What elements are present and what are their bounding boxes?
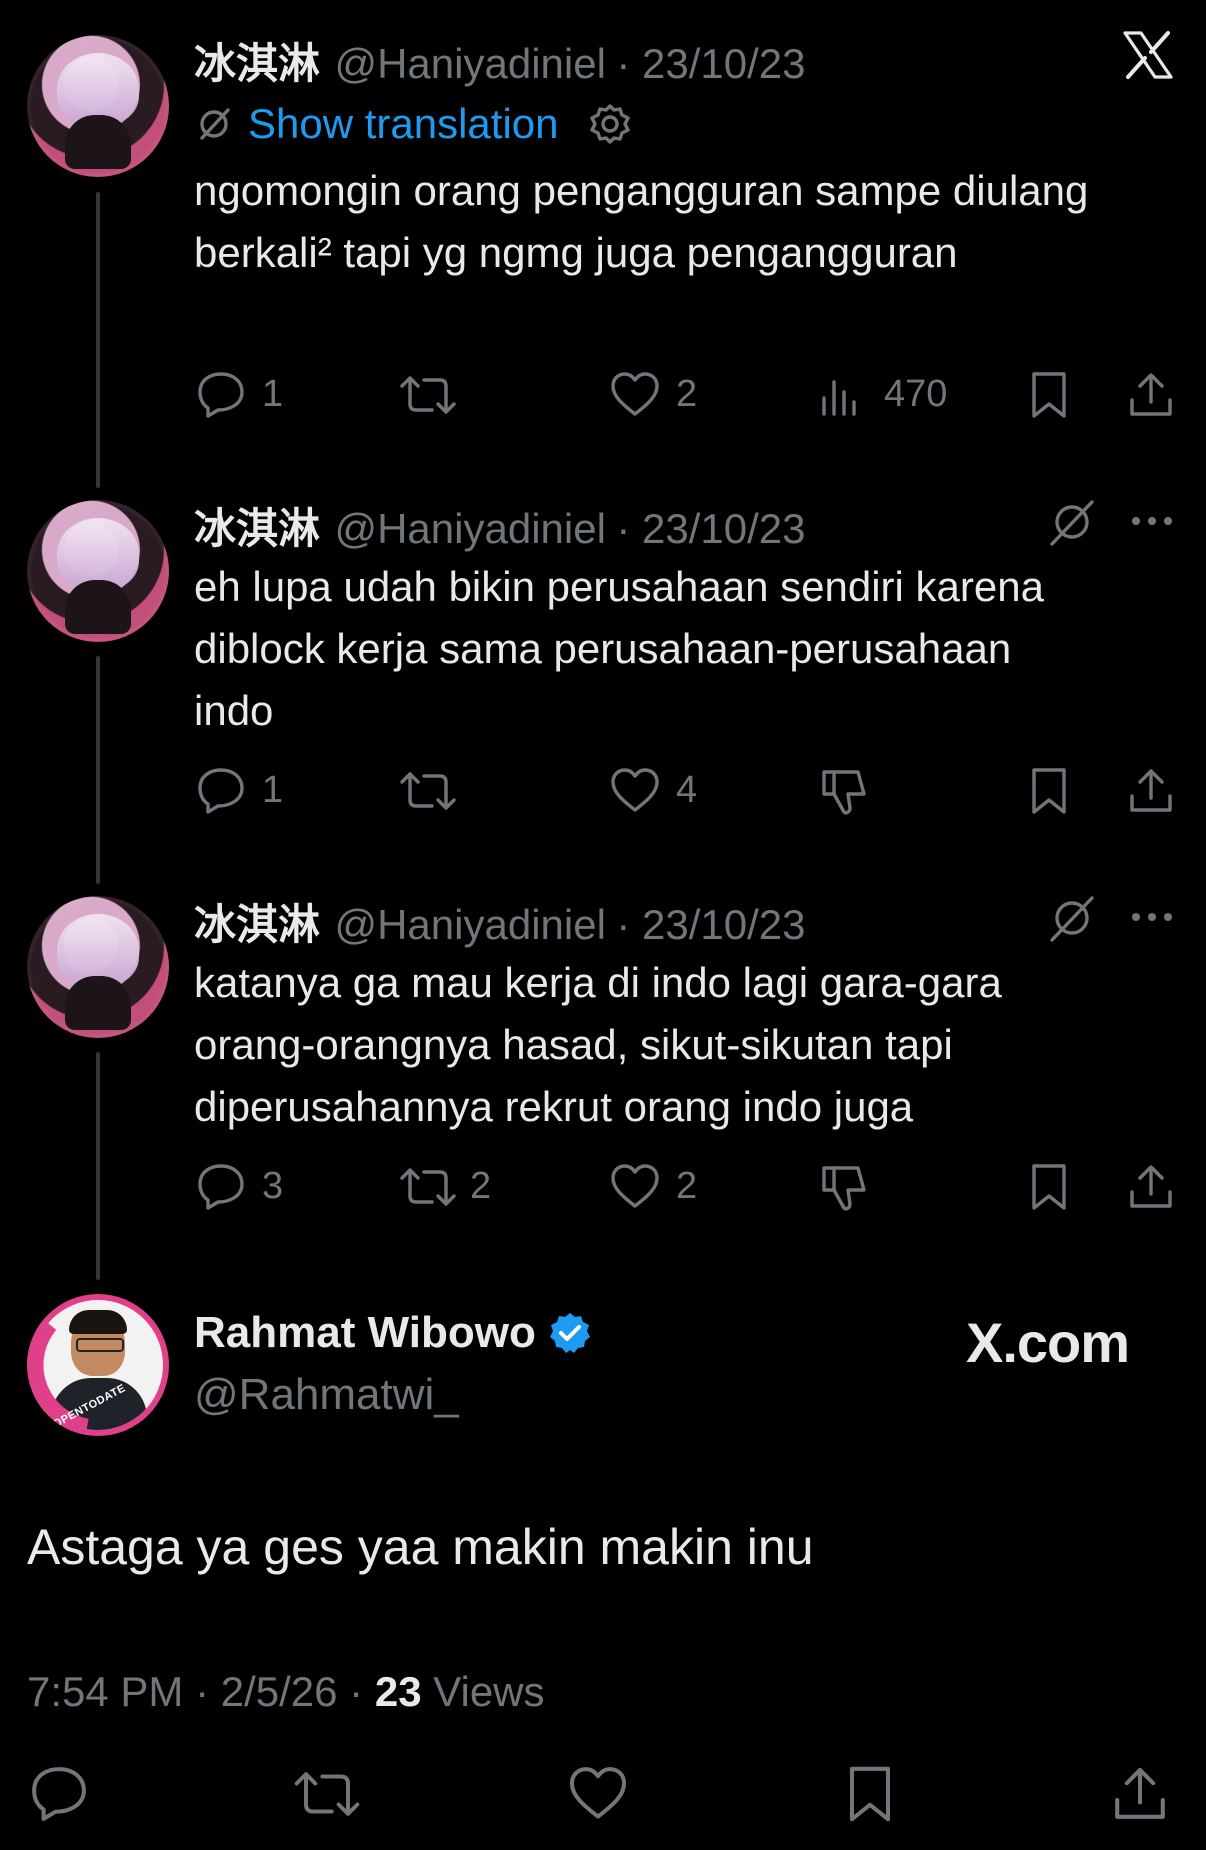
avatar[interactable] xyxy=(27,896,169,1038)
retweet-icon[interactable] xyxy=(398,370,458,420)
views-icon[interactable] xyxy=(818,372,864,418)
main-handle[interactable]: @Rahmatwi_ xyxy=(194,1370,459,1420)
like-count: 2 xyxy=(676,373,698,415)
tweet-text: eh lupa udah bikin perusahaan sendiri ka… xyxy=(194,563,1044,734)
bookmark-icon[interactable] xyxy=(842,1764,898,1824)
display-name[interactable]: 冰淇淋 xyxy=(194,505,320,552)
grok-icon[interactable] xyxy=(1046,892,1098,944)
main-author: Rahmat Wibowo xyxy=(194,1308,592,1358)
tweet-text: ngomongin orang pengangguran sampe diula… xyxy=(194,167,1089,276)
display-name[interactable]: Rahmat Wibowo xyxy=(194,1308,536,1358)
bookmark-icon[interactable] xyxy=(1026,1162,1072,1212)
handle[interactable]: @Haniyadiniel xyxy=(334,901,605,948)
show-translation-link[interactable]: Show translation xyxy=(248,100,559,148)
thread-connector xyxy=(96,1052,100,1280)
reply-count: 1 xyxy=(262,373,284,415)
like-icon[interactable] xyxy=(608,370,662,420)
tweet-header: 冰淇淋 @Haniyadiniel · 23/10/23 xyxy=(194,30,806,91)
tweet-header: 冰淇淋 @Haniyadiniel · 23/10/23 xyxy=(194,495,806,556)
tweet-date[interactable]: · 23/10/23 xyxy=(616,901,805,948)
translation-row: Show translation xyxy=(194,100,633,148)
main-tweet-text: Astaga ya ges yaa makin makin inu xyxy=(27,1519,814,1575)
avatar[interactable] xyxy=(27,500,169,642)
gear-icon[interactable] xyxy=(587,101,633,147)
retweet-icon[interactable] xyxy=(398,766,458,816)
grok-icon[interactable] xyxy=(1046,496,1098,548)
tweet-header: 冰淇淋 @Haniyadiniel · 23/10/23 xyxy=(194,891,806,952)
x-com-brand: X.com xyxy=(966,1311,1130,1374)
more-icon[interactable] xyxy=(1130,515,1174,527)
handle[interactable]: @Haniyadiniel xyxy=(334,505,605,552)
translate-off-icon xyxy=(194,104,234,144)
reply-count: 1 xyxy=(262,769,284,811)
retweet-icon[interactable] xyxy=(398,1162,458,1212)
display-name[interactable]: 冰淇淋 xyxy=(194,40,320,87)
reply-icon[interactable] xyxy=(194,766,248,816)
reply-count: 3 xyxy=(262,1165,284,1207)
share-icon[interactable] xyxy=(1126,1162,1176,1212)
main-avatar[interactable]: #OPENTODATE xyxy=(27,1294,169,1436)
like-icon[interactable] xyxy=(608,1162,662,1212)
thread-connector xyxy=(96,656,100,884)
bookmark-icon[interactable] xyxy=(1026,766,1072,816)
views-count: 23 xyxy=(374,1668,422,1715)
share-icon[interactable] xyxy=(1110,1764,1170,1824)
thread-connector xyxy=(96,192,100,488)
tweet-meta: 7:54 PM · 2/5/26 · 23 Views xyxy=(27,1668,545,1716)
more-icon[interactable] xyxy=(1130,911,1174,923)
verified-badge-icon xyxy=(548,1311,592,1355)
timestamp[interactable]: 7:54 PM · 2/5/26 · xyxy=(27,1668,375,1715)
x-logo-close-icon[interactable] xyxy=(1122,30,1174,80)
share-icon[interactable] xyxy=(1126,370,1176,420)
opentodate-badge xyxy=(27,1294,169,1436)
reply-icon[interactable] xyxy=(27,1764,91,1824)
views-label: Views xyxy=(421,1668,545,1715)
reply-icon[interactable] xyxy=(194,370,248,420)
retweet-icon[interactable] xyxy=(292,1764,362,1824)
tweet-date[interactable]: · 23/10/23 xyxy=(616,40,805,87)
like-count: 2 xyxy=(676,1165,698,1207)
retweet-count: 2 xyxy=(470,1165,492,1207)
handle[interactable]: @Haniyadiniel xyxy=(334,40,605,87)
avatar[interactable] xyxy=(27,35,169,177)
bookmark-icon[interactable] xyxy=(1026,370,1072,420)
like-count: 4 xyxy=(676,769,698,811)
display-name[interactable]: 冰淇淋 xyxy=(194,901,320,948)
views-count: 470 xyxy=(884,373,948,415)
downvote-icon[interactable] xyxy=(818,1162,870,1214)
tweet-date[interactable]: · 23/10/23 xyxy=(616,505,805,552)
tweet-text: katanya ga mau kerja di indo lagi gara-g… xyxy=(194,959,1002,1130)
like-icon[interactable] xyxy=(566,1764,630,1824)
like-icon[interactable] xyxy=(608,766,662,816)
reply-icon[interactable] xyxy=(194,1162,248,1212)
downvote-icon[interactable] xyxy=(818,766,870,818)
share-icon[interactable] xyxy=(1126,766,1176,816)
